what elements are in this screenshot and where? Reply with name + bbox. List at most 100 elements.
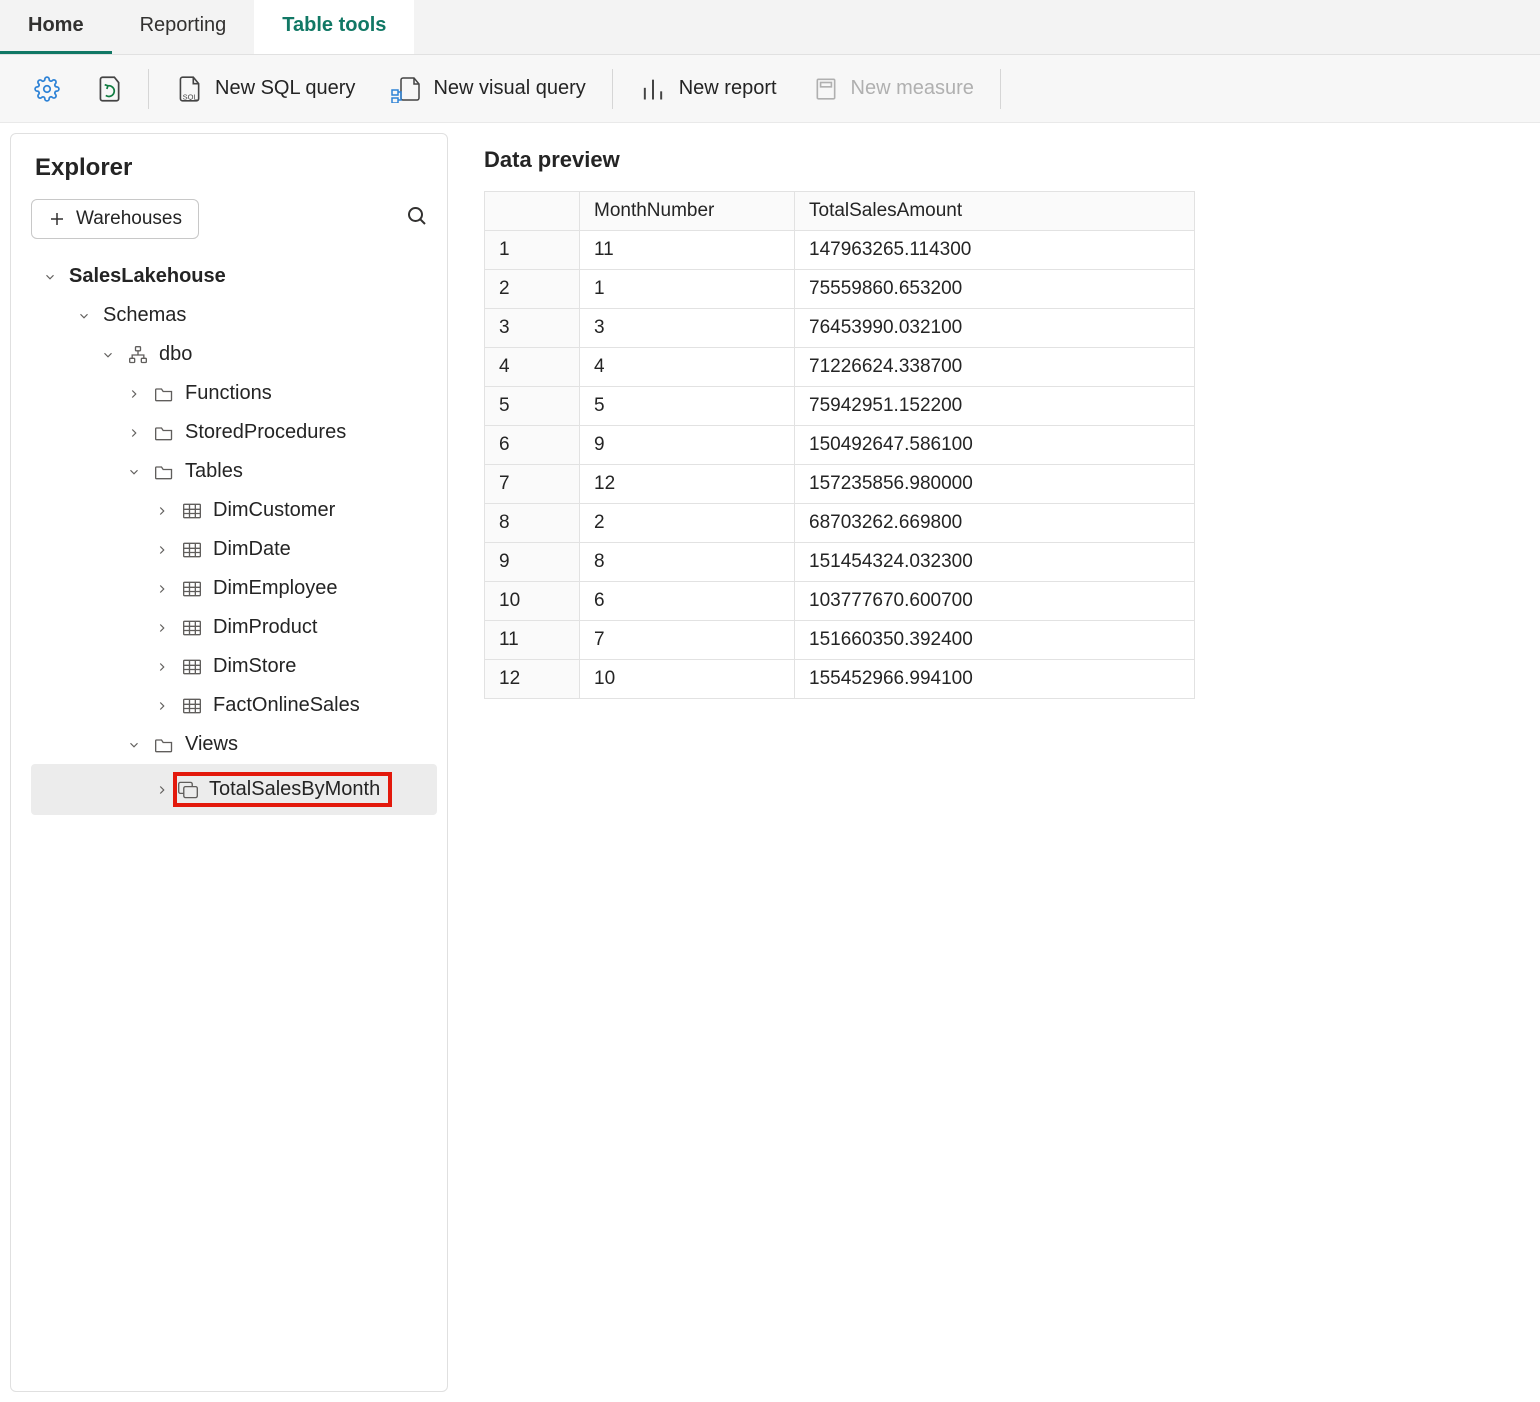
new-sql-query-button[interactable]: SQL New SQL query xyxy=(157,66,373,112)
table-icon xyxy=(181,695,203,717)
new-report-button[interactable]: New report xyxy=(621,67,795,111)
gear-icon xyxy=(34,76,60,102)
data-cell[interactable]: 151660350.392400 xyxy=(795,621,1195,660)
data-cell[interactable]: 76453990.032100 xyxy=(795,309,1195,348)
data-cell[interactable]: 75942951.152200 xyxy=(795,387,1195,426)
new-report-label: New report xyxy=(679,77,777,100)
data-cell[interactable]: 12 xyxy=(580,465,795,504)
data-cell[interactable]: 7 xyxy=(580,621,795,660)
table-row[interactable]: 8268703262.669800 xyxy=(485,504,1195,543)
schemas-label: Schemas xyxy=(103,304,186,327)
toolbar-separator xyxy=(1000,69,1001,109)
tree-node-table[interactable]: FactOnlineSales xyxy=(31,686,437,725)
data-preview-table: MonthNumber TotalSalesAmount 11114796326… xyxy=(484,191,1195,699)
tree-node-view-selected[interactable]: TotalSalesByMonth xyxy=(31,764,437,815)
data-cell[interactable]: 103777670.600700 xyxy=(795,582,1195,621)
data-cell[interactable]: 11 xyxy=(580,231,795,270)
tree-node-table[interactable]: DimDate xyxy=(31,530,437,569)
tree-node-tables[interactable]: Tables xyxy=(31,452,437,491)
tree-node-table[interactable]: DimCustomer xyxy=(31,491,437,530)
new-visual-query-button[interactable]: New visual query xyxy=(373,67,603,111)
tree-node-schemas[interactable]: Schemas xyxy=(31,296,437,335)
table-row[interactable]: 5575942951.152200 xyxy=(485,387,1195,426)
table-row[interactable]: 111147963265.114300 xyxy=(485,231,1195,270)
tree-node-functions[interactable]: Functions xyxy=(31,374,437,413)
table-row[interactable]: 4471226624.338700 xyxy=(485,348,1195,387)
data-cell[interactable]: 151454324.032300 xyxy=(795,543,1195,582)
table-row[interactable]: 117151660350.392400 xyxy=(485,621,1195,660)
chevron-right-icon xyxy=(153,781,171,799)
tables-label: Tables xyxy=(185,460,243,483)
table-row[interactable]: 98151454324.032300 xyxy=(485,543,1195,582)
chevron-down-icon xyxy=(75,307,93,325)
tree-node-table[interactable]: DimStore xyxy=(31,647,437,686)
tree-node-table[interactable]: DimEmployee xyxy=(31,569,437,608)
new-visual-query-label: New visual query xyxy=(433,77,585,100)
tab-table-tools[interactable]: Table tools xyxy=(254,0,414,54)
folder-icon xyxy=(153,422,175,444)
data-cell[interactable]: 8 xyxy=(580,543,795,582)
data-cell[interactable]: 6 xyxy=(580,582,795,621)
chevron-right-icon xyxy=(153,658,171,676)
chevron-right-icon xyxy=(125,424,143,442)
tree-node-database[interactable]: SalesLakehouse xyxy=(31,257,437,296)
table-row[interactable]: 1210155452966.994100 xyxy=(485,660,1195,699)
settings-button[interactable] xyxy=(16,68,78,110)
data-cell[interactable]: 3 xyxy=(580,309,795,348)
schema-label: dbo xyxy=(159,343,192,366)
row-number-cell: 11 xyxy=(485,621,580,660)
data-cell[interactable]: 10 xyxy=(580,660,795,699)
tab-reporting[interactable]: Reporting xyxy=(112,0,255,54)
table-icon xyxy=(181,617,203,639)
tree-node-table[interactable]: DimProduct xyxy=(31,608,437,647)
table-row[interactable]: 69150492647.586100 xyxy=(485,426,1195,465)
refresh-icon xyxy=(96,74,122,104)
tree-node-views[interactable]: Views xyxy=(31,725,437,764)
row-number-cell: 2 xyxy=(485,270,580,309)
chevron-right-icon xyxy=(153,502,171,520)
new-measure-label: New measure xyxy=(851,77,974,100)
plus-icon xyxy=(48,210,66,228)
table-row[interactable]: 106103777670.600700 xyxy=(485,582,1195,621)
search-button[interactable] xyxy=(397,198,437,239)
table-row[interactable]: 712157235856.980000 xyxy=(485,465,1195,504)
data-cell[interactable]: 147963265.114300 xyxy=(795,231,1195,270)
data-cell[interactable]: 68703262.669800 xyxy=(795,504,1195,543)
row-number-cell: 5 xyxy=(485,387,580,426)
row-number-cell: 3 xyxy=(485,309,580,348)
data-cell[interactable]: 155452966.994100 xyxy=(795,660,1195,699)
data-cell[interactable]: 150492647.586100 xyxy=(795,426,1195,465)
schema-icon xyxy=(127,344,149,366)
refresh-button[interactable] xyxy=(78,66,140,112)
table-row[interactable]: 3376453990.032100 xyxy=(485,309,1195,348)
chevron-right-icon xyxy=(125,385,143,403)
data-cell[interactable]: 5 xyxy=(580,387,795,426)
chevron-down-icon xyxy=(41,268,59,286)
column-header[interactable]: TotalSalesAmount xyxy=(795,192,1195,231)
data-cell[interactable]: 75559860.653200 xyxy=(795,270,1195,309)
row-number-cell: 4 xyxy=(485,348,580,387)
data-cell[interactable]: 71226624.338700 xyxy=(795,348,1195,387)
rownum-header[interactable] xyxy=(485,192,580,231)
new-sql-query-label: New SQL query xyxy=(215,77,355,100)
chevron-right-icon xyxy=(153,541,171,559)
chevron-down-icon xyxy=(99,346,117,364)
data-cell[interactable]: 1 xyxy=(580,270,795,309)
view-icon xyxy=(177,779,199,801)
table-row[interactable]: 2175559860.653200 xyxy=(485,270,1195,309)
visual-query-icon xyxy=(391,75,421,103)
warehouses-button[interactable]: Warehouses xyxy=(31,199,199,239)
column-header[interactable]: MonthNumber xyxy=(580,192,795,231)
tree-node-schema-dbo[interactable]: dbo xyxy=(31,335,437,374)
tree-node-storedprocedures[interactable]: StoredProcedures xyxy=(31,413,437,452)
data-cell[interactable]: 4 xyxy=(580,348,795,387)
sprocs-label: StoredProcedures xyxy=(185,421,346,444)
database-label: SalesLakehouse xyxy=(69,265,226,288)
new-measure-button: New measure xyxy=(795,68,992,110)
data-cell[interactable]: 2 xyxy=(580,504,795,543)
data-cell[interactable]: 157235856.980000 xyxy=(795,465,1195,504)
data-cell[interactable]: 9 xyxy=(580,426,795,465)
tab-home[interactable]: Home xyxy=(0,0,112,54)
toolbar-separator xyxy=(148,69,149,109)
data-preview-title: Data preview xyxy=(484,147,1540,173)
